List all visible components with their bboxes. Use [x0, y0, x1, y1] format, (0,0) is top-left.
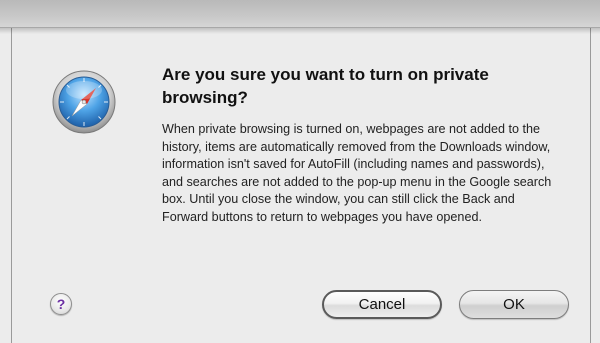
sheet-shadow: [0, 28, 600, 34]
ok-button-label: OK: [503, 296, 525, 313]
ok-button[interactable]: OK: [459, 290, 569, 319]
help-icon: ?: [56, 296, 66, 312]
cancel-button-label: Cancel: [358, 296, 406, 313]
help-button[interactable]: ?: [50, 293, 72, 315]
safari-compass-icon: [52, 70, 116, 134]
dialog-title: Are you sure you want to turn on private…: [162, 65, 489, 107]
cancel-button[interactable]: Cancel: [322, 290, 442, 319]
dialog-message: When private browsing is turned on, webp…: [162, 122, 552, 224]
window-titlebar: [0, 0, 600, 28]
